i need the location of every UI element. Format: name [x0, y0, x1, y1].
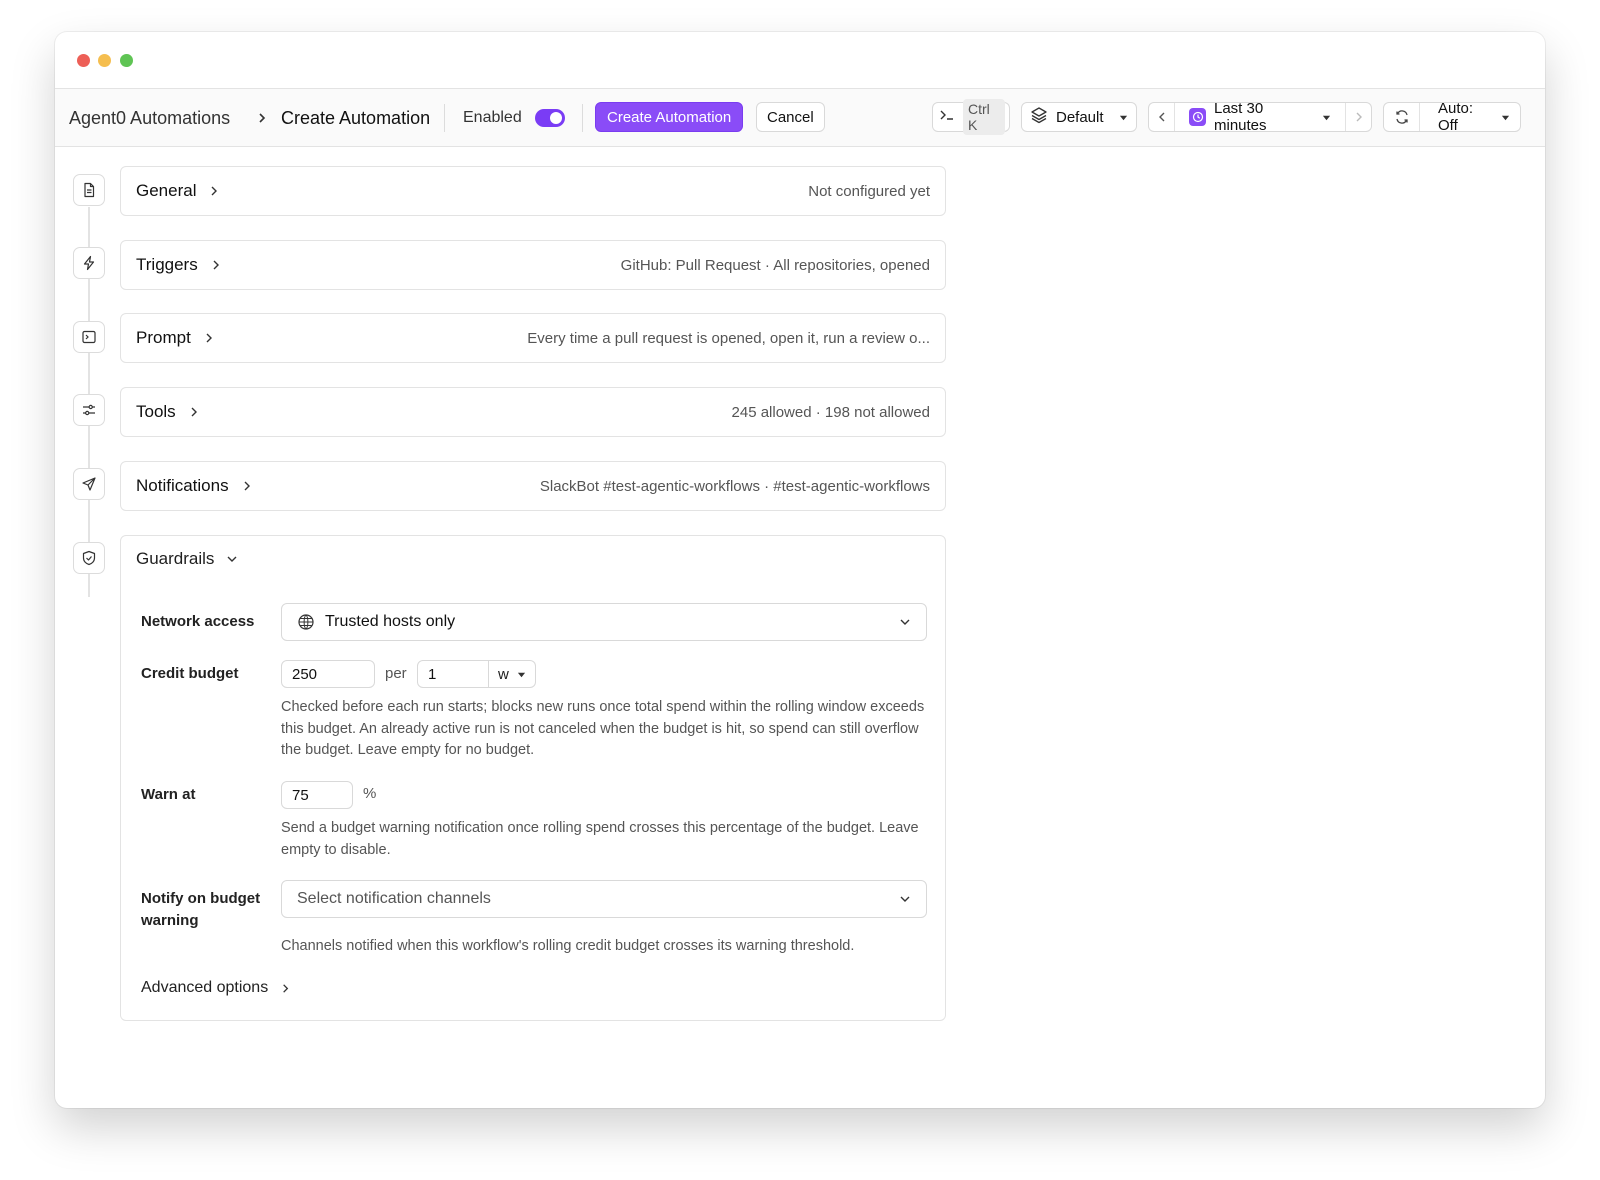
page-title: Create Automation	[281, 107, 431, 128]
budget-unit-value: w	[498, 665, 509, 683]
globe-icon	[297, 613, 315, 631]
warn-at-label: Warn at	[141, 786, 196, 803]
warn-at-help: Send a budget warning notification once …	[281, 820, 919, 858]
section-prompt[interactable]: Prompt Every time a pull request is open…	[120, 313, 946, 363]
clock-icon	[1189, 108, 1206, 126]
layers-icon	[1030, 106, 1048, 128]
chevron-down-icon	[899, 616, 911, 628]
enabled-label: Enabled	[463, 109, 522, 126]
auto-refresh-select[interactable]: Auto: Off	[1428, 100, 1520, 134]
section-title: Prompt	[136, 328, 191, 347]
notify-budget-label: Notify on budget warning	[141, 890, 261, 929]
caret-down-icon	[517, 666, 526, 683]
warn-at-input[interactable]: 75	[281, 781, 353, 809]
network-access-value: Trusted hosts only	[325, 613, 456, 630]
divider	[444, 104, 445, 132]
time-range-value: Last 30 minutes	[1214, 100, 1267, 134]
refresh-icon[interactable]	[1384, 103, 1420, 131]
chevron-down-icon	[899, 893, 911, 905]
divider	[582, 104, 583, 132]
terminal-icon	[73, 321, 105, 353]
section-title: Notifications	[136, 476, 229, 495]
document-icon	[73, 174, 105, 206]
chevron-right-icon	[255, 89, 269, 147]
notification-channels-select[interactable]: Select notification channels	[281, 880, 927, 918]
chevron-right-icon	[208, 185, 220, 197]
credit-budget-input[interactable]: 250	[281, 660, 375, 688]
section-title: Guardrails	[136, 549, 215, 568]
caret-down-icon	[1119, 109, 1128, 126]
caret-down-icon	[1501, 109, 1510, 126]
percent-unit: %	[363, 785, 377, 802]
enabled-toggle[interactable]	[535, 89, 565, 147]
section-guardrails: Guardrails Network access Trusted hosts …	[120, 535, 946, 1021]
command-palette-button[interactable]: Ctrl K	[932, 99, 1010, 135]
caret-down-icon	[1322, 109, 1331, 126]
sliders-icon	[73, 394, 105, 426]
maximize-window-button[interactable]	[120, 54, 133, 67]
guardrails-header[interactable]: Guardrails	[136, 549, 238, 569]
section-summary: Not configured yet	[808, 182, 930, 200]
section-title: Triggers	[136, 255, 198, 274]
time-range-select[interactable]: Last 30 minutes	[1183, 100, 1337, 134]
chevron-right-icon	[280, 983, 291, 994]
budget-period-input[interactable]: 1	[417, 660, 489, 688]
section-summary: SlackBot #test-agentic-workflows · #test…	[539, 477, 930, 495]
section-title: General	[136, 181, 197, 200]
automation-form: General Not configured yet Triggers GitH…	[55, 147, 1545, 1108]
chevron-down-icon	[226, 553, 238, 565]
shortcut-hint: Ctrl K	[963, 99, 1005, 135]
section-summary: 245 allowed · 198 not allowed	[731, 403, 930, 421]
advanced-options-label: Advanced options	[141, 979, 269, 996]
cancel-button[interactable]: Cancel	[756, 102, 825, 132]
network-access-label: Network access	[141, 613, 255, 630]
notification-channels-placeholder: Select notification channels	[297, 890, 491, 907]
budget-unit-select[interactable]: w	[488, 660, 536, 688]
lightning-icon	[73, 247, 105, 279]
minimize-window-button[interactable]	[98, 54, 111, 67]
close-window-button[interactable]	[77, 54, 90, 67]
credit-budget-label: Credit budget	[141, 665, 239, 682]
auto-refresh-value: Auto: Off	[1438, 100, 1474, 134]
chevron-left-icon[interactable]	[1149, 103, 1175, 131]
create-automation-button[interactable]: Create Automation	[595, 102, 744, 132]
section-general[interactable]: General Not configured yet	[120, 166, 946, 216]
section-summary: GitHub: Pull Request · All repositories,…	[620, 256, 930, 274]
per-label: per	[385, 665, 407, 682]
title-bar	[55, 32, 1545, 89]
chevron-right-icon	[188, 406, 200, 418]
workspace-value: Default	[1056, 108, 1104, 126]
time-range-control: Last 30 minutes	[1148, 100, 1372, 134]
chevron-right-icon	[210, 259, 222, 271]
toggle-knob	[550, 112, 562, 124]
section-summary: Every time a pull request is opened, ope…	[527, 329, 930, 347]
section-title: Tools	[136, 402, 176, 421]
notify-budget-help: Channels notified when this workflow's r…	[281, 938, 855, 954]
section-notifications[interactable]: Notifications SlackBot #test-agentic-wor…	[120, 461, 946, 511]
toolbar: Agent0 Automations Create Automation Ena…	[55, 89, 1545, 147]
app-window: Agent0 Automations Create Automation Ena…	[55, 32, 1545, 1108]
credit-budget-help: Checked before each run starts; blocks n…	[281, 699, 925, 758]
network-access-select[interactable]: Trusted hosts only	[281, 603, 927, 641]
advanced-options-toggle[interactable]: Advanced options	[141, 979, 291, 997]
send-icon	[73, 468, 105, 500]
workspace-select[interactable]: Default	[1021, 102, 1137, 132]
breadcrumb-root-link[interactable]: Agent0 Automations	[69, 89, 230, 147]
section-tools[interactable]: Tools 245 allowed · 198 not allowed	[120, 387, 946, 437]
terminal-prompt-icon	[939, 107, 955, 127]
chevron-right-icon	[203, 332, 215, 344]
chevron-right-icon	[241, 480, 253, 492]
toggle-track	[535, 109, 565, 127]
refresh-control: Auto: Off	[1383, 100, 1521, 134]
section-triggers[interactable]: Triggers GitHub: Pull Request · All repo…	[120, 240, 946, 290]
chevron-right-icon[interactable]	[1345, 103, 1371, 131]
shield-icon	[73, 542, 105, 574]
